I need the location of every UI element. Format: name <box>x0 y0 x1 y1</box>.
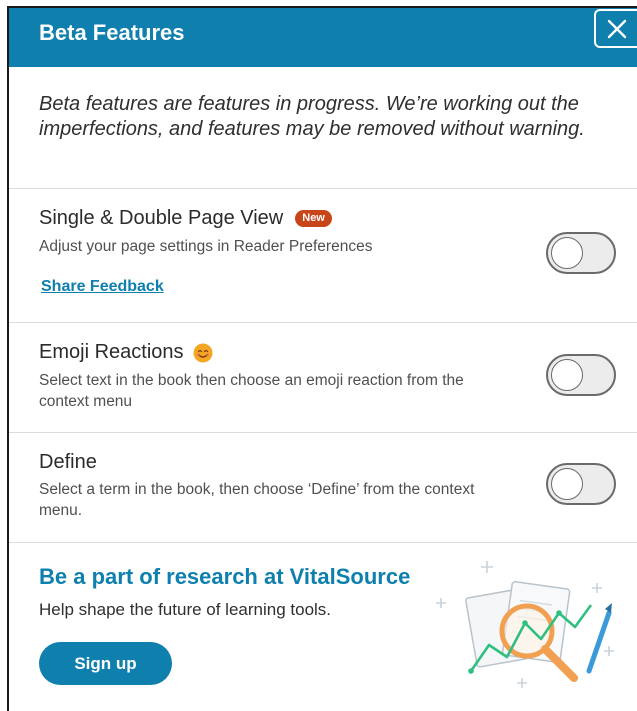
toggle-define[interactable] <box>546 463 616 505</box>
beta-features-dialog: Beta Features Beta features are features… <box>7 6 637 711</box>
close-icon <box>607 19 626 38</box>
divider <box>9 322 637 323</box>
toggle-knob <box>551 359 583 391</box>
feature-description: Select a term in the book, then choose ‘… <box>39 481 475 519</box>
intro-text: Beta features are features in progress. … <box>39 93 585 140</box>
close-button[interactable] <box>594 9 637 48</box>
dialog-title: Beta Features <box>39 20 185 45</box>
sign-up-button[interactable]: Sign up <box>39 642 172 685</box>
share-feedback-link[interactable]: Share Feedback <box>41 278 164 296</box>
feature-title-define: Define <box>39 451 97 474</box>
toggle-knob <box>551 237 583 269</box>
divider <box>9 542 637 543</box>
feature-title-emoji-reactions: Emoji Reactions <box>39 341 213 364</box>
toggle-single-double-page-view[interactable] <box>546 232 616 274</box>
feature-description: Adjust your page settings in Reader Pref… <box>39 238 373 255</box>
smiley-emoji-icon <box>193 343 213 362</box>
toggle-knob <box>551 468 583 500</box>
feature-title-text: Define <box>39 451 97 473</box>
new-badge: New <box>295 210 332 227</box>
divider <box>9 188 637 189</box>
research-title: Be a part of research at VitalSource <box>39 564 411 589</box>
dialog-header: Beta Features <box>9 8 637 67</box>
divider <box>9 432 637 433</box>
research-description: Help shape the future of learning tools. <box>39 600 332 619</box>
feature-title-text: Emoji Reactions <box>39 341 184 363</box>
feature-description: Select text in the book then choose an e… <box>39 372 464 410</box>
feature-title-text: Single & Double Page View <box>39 207 284 229</box>
research-illustration-icon <box>436 561 614 688</box>
toggle-emoji-reactions[interactable] <box>546 354 616 396</box>
feature-title-single-double-page-view: Single & Double Page View New <box>39 207 332 230</box>
